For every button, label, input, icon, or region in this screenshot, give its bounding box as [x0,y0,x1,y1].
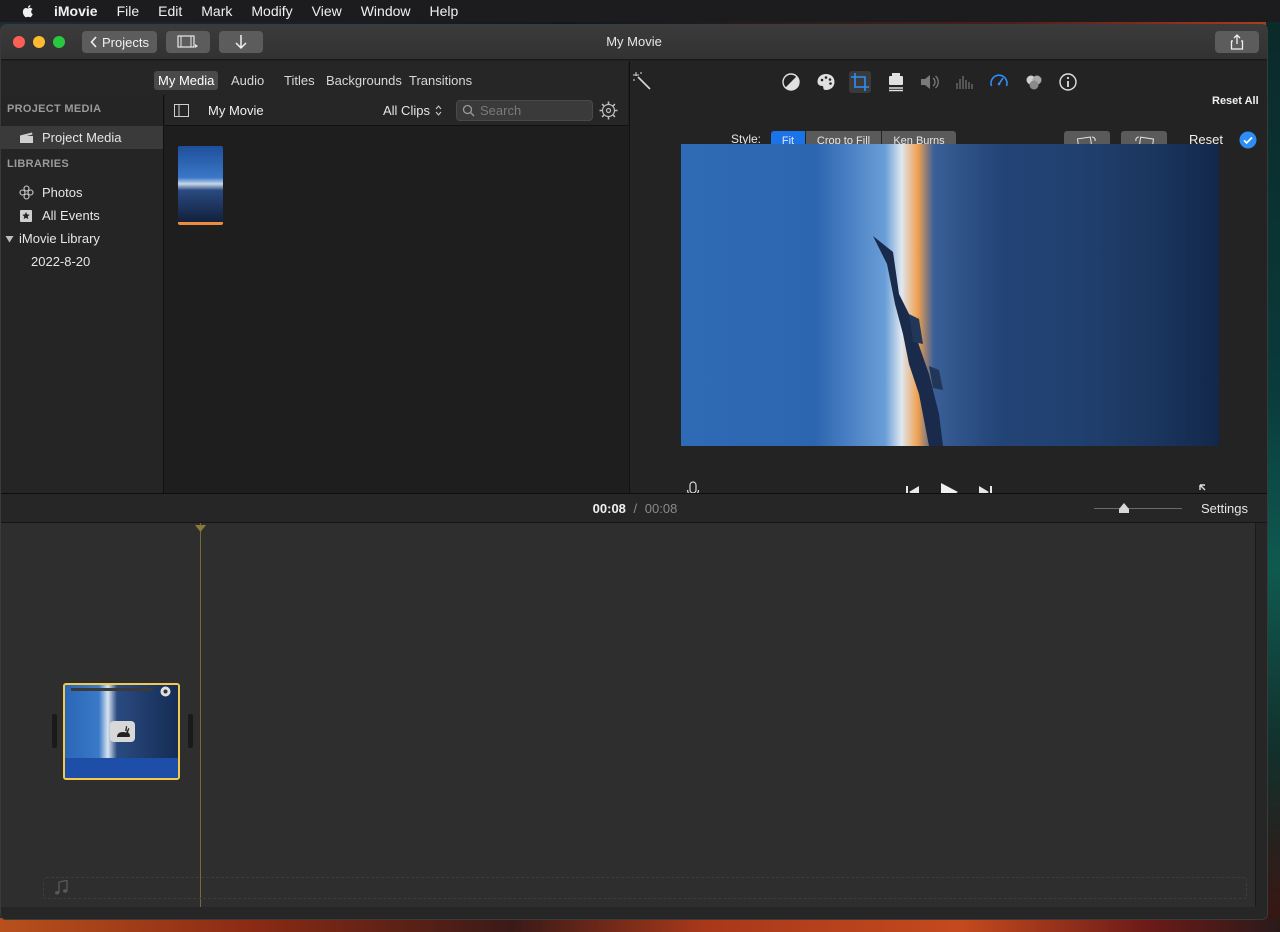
menu-modify[interactable]: Modify [251,3,292,19]
music-note-icon [55,880,68,895]
viewer-panel: Reset All Style: Fit Crop to Fill Ken Bu… [629,61,1267,502]
sidebar-item-all-events[interactable]: All Events [1,204,163,227]
menu-view[interactable]: View [312,3,342,19]
timecode-display: 00:08 / 00:08 [1,501,1267,516]
clip-cropped-indicator-icon [160,686,171,697]
sidebar-item-photos[interactable]: Photos [1,181,163,204]
desktop-wallpaper-bottom [0,918,1280,932]
magic-wand-icon[interactable] [632,71,654,93]
media-browser-title: My Movie [208,103,264,118]
search-icon [462,104,475,117]
zoom-slider-track[interactable] [1094,508,1182,509]
crop-icon [851,73,869,91]
info-icon[interactable] [1057,71,1079,93]
reset-all-button[interactable]: Reset All [1212,95,1259,107]
timeline-footer [1,907,1267,919]
sidebar-item-label: All Events [42,208,100,223]
gear-icon[interactable] [598,100,619,121]
time-separator: / [633,501,638,516]
sidebar-item-project-media[interactable]: Project Media [1,126,163,149]
menu-file[interactable]: File [117,3,140,19]
menu-edit[interactable]: Edit [158,3,182,19]
volume-icon[interactable] [918,71,940,93]
equalizer-icon[interactable] [953,71,975,93]
clip-audio-waveform [65,758,178,778]
crop-tool-button[interactable] [849,71,871,93]
media-browser-header: My Movie All Clips [165,95,628,126]
disclosure-triangle-icon[interactable] [5,235,14,243]
current-time: 00:08 [592,501,626,516]
stabilization-camera-icon[interactable] [885,71,907,93]
background-music-well[interactable] [43,877,1247,899]
menu-bar: iMovie File Edit Mark Modify View Window… [0,0,1280,22]
speed-badge [110,721,135,742]
speedometer-icon[interactable] [988,71,1010,93]
tab-transitions[interactable]: Transitions [405,71,476,90]
tab-audio[interactable]: Audio [227,71,268,90]
chevron-updown-icon [435,105,442,116]
menu-mark[interactable]: Mark [201,3,232,19]
color-balance-icon[interactable] [780,71,802,93]
imovie-window: Projects My Movie My Media Audio Titles … [0,24,1268,920]
share-button[interactable] [1215,31,1259,53]
clip-trim-handle-right[interactable] [188,714,193,748]
tab-my-media[interactable]: My Media [154,71,219,90]
media-clip-thumbnail[interactable] [178,146,223,225]
search-input[interactable] [480,103,580,118]
star-box-icon [20,209,32,222]
timeline-clip[interactable] [63,683,180,780]
project-media-header: PROJECT MEDIA [7,103,102,115]
share-icon [1230,34,1244,50]
library-sidebar: PROJECT MEDIA Project Media LIBRARIES Ph… [1,95,164,493]
playhead[interactable] [200,523,201,907]
clip-audio-bar [71,688,153,691]
timeline-settings-button[interactable]: Settings [1201,501,1248,516]
color-palette-icon[interactable] [815,71,837,93]
timeline-vertical-scrollbar[interactable] [1255,523,1267,907]
total-time: 00:08 [644,501,678,516]
photos-flower-icon [19,185,34,200]
tab-backgrounds[interactable]: Backgrounds [322,71,406,90]
menu-window[interactable]: Window [361,3,411,19]
media-browser-grid [165,126,628,493]
libraries-header: LIBRARIES [7,158,69,170]
desktop-wallpaper-edge [1266,22,1280,932]
apply-checkmark-icon[interactable] [1239,131,1257,149]
clips-filter-dropdown[interactable]: All Clips [383,103,442,118]
browser-tab-bar: My Media Audio Titles Backgrounds Transi… [1,61,628,95]
playhead-marker-icon[interactable] [195,525,206,532]
sidebar-toggle-icon[interactable] [174,104,189,117]
video-preview[interactable] [681,144,1219,446]
title-bar: Projects My Movie [1,25,1267,60]
window-title: My Movie [606,34,662,49]
timeline-area[interactable] [1,523,1255,907]
apple-icon[interactable] [20,3,36,19]
sidebar-item-imovie-library[interactable]: iMovie Library [1,227,163,250]
preview-frame-image [873,144,1219,446]
sidebar-item-label: 2022-8-20 [31,254,91,269]
rabbit-icon [116,725,130,737]
clips-filter-label: All Clips [383,103,430,118]
sidebar-item-label: Photos [42,185,83,200]
clip-trim-handle-left[interactable] [52,714,57,748]
clapperboard-icon [20,132,33,143]
menu-help[interactable]: Help [430,3,459,19]
menu-app-name[interactable]: iMovie [54,3,98,19]
sidebar-item-label: iMovie Library [19,231,100,246]
tab-titles[interactable]: Titles [280,71,319,90]
timeline-header: 00:08 / 00:08 Settings [1,493,1267,523]
clip-used-indicator [178,222,223,225]
sidebar-item-label: Project Media [42,130,122,145]
search-field[interactable] [456,100,593,121]
sidebar-item-event[interactable]: 2022-8-20 [1,250,163,273]
filters-icon[interactable] [1023,71,1045,93]
